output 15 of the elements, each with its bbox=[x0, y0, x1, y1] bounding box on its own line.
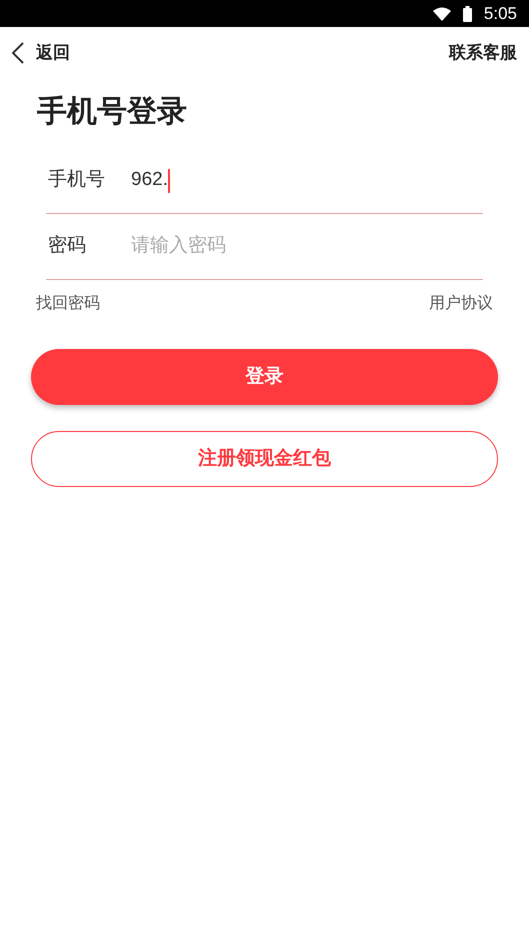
status-time: 5:05 bbox=[484, 2, 517, 25]
contact-support-link[interactable]: 联系客服 bbox=[449, 40, 517, 66]
login-button[interactable]: 登录 bbox=[31, 349, 498, 405]
register-button[interactable]: 注册领现金红包 bbox=[31, 431, 498, 487]
page-title: 手机号登录 bbox=[37, 94, 188, 130]
field-label: 密码 bbox=[47, 234, 87, 258]
wifi-icon bbox=[432, 6, 451, 20]
input-field[interactable]: 962. bbox=[131, 166, 483, 195]
text-link[interactable]: 找回密码 bbox=[36, 292, 100, 316]
text-cursor bbox=[168, 168, 170, 192]
back-button[interactable]: 返回 bbox=[12, 40, 70, 66]
field-label: 手机号 bbox=[47, 168, 106, 192]
back-chevron-icon bbox=[12, 42, 24, 64]
battery-icon bbox=[462, 6, 472, 22]
text-link[interactable]: 用户协议 bbox=[429, 292, 493, 316]
